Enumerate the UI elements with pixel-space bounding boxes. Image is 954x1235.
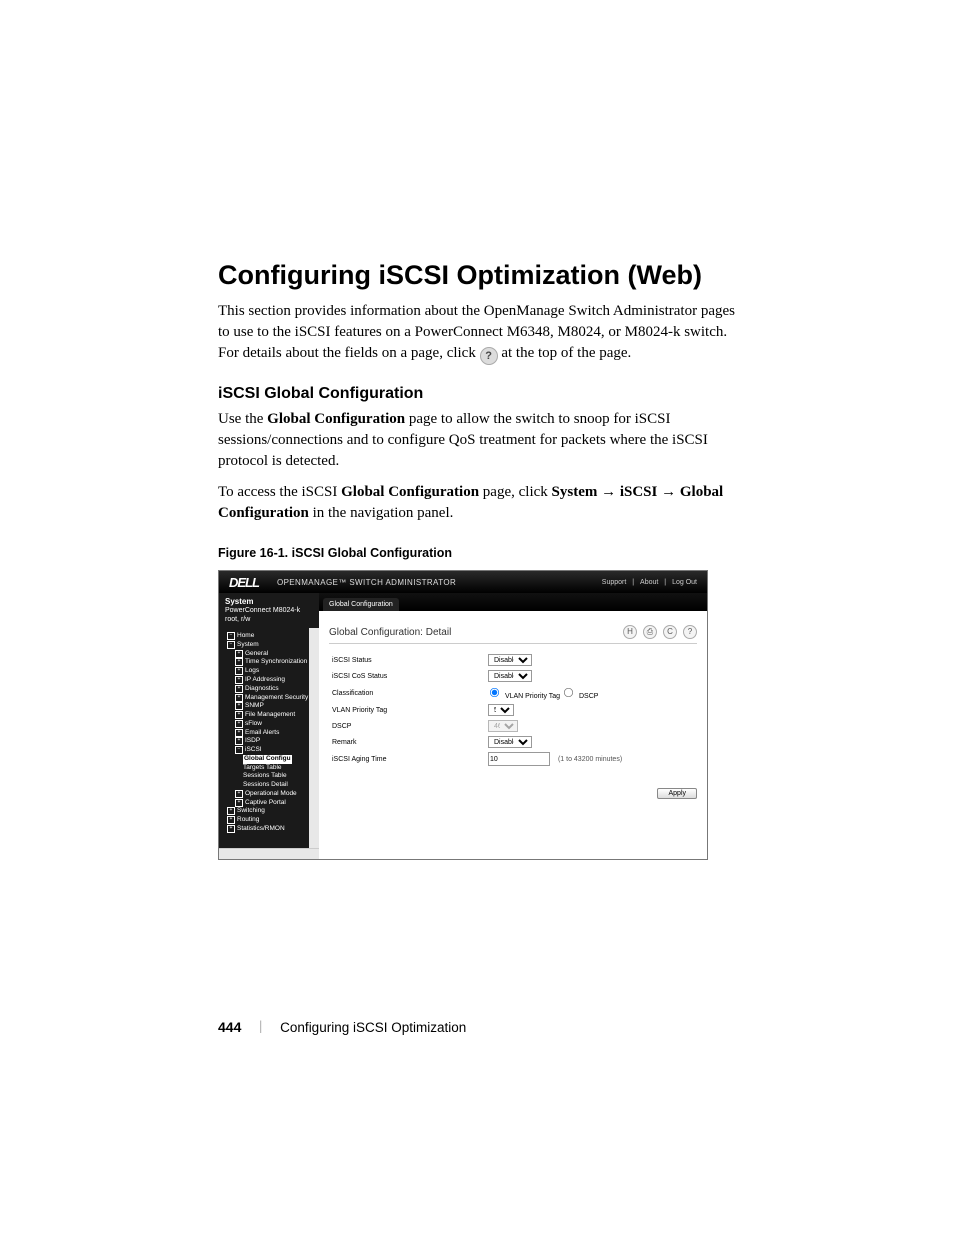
- tab-bar: Global Configuration: [319, 593, 707, 611]
- print-icon[interactable]: ⎙: [643, 625, 657, 639]
- help-icon[interactable]: ?: [683, 625, 697, 639]
- label-remark: Remark: [329, 734, 485, 750]
- paragraph-1: Use the Global Configuration page to all…: [218, 409, 744, 472]
- nav-item[interactable]: +sFlow: [223, 720, 307, 729]
- label-vlan-priority: VLAN Priority Tag: [329, 702, 485, 718]
- nav-item[interactable]: Sessions Detail: [223, 781, 307, 790]
- help-icon: ?: [480, 347, 498, 365]
- nav-item[interactable]: +SNMP: [223, 702, 307, 711]
- link-logout[interactable]: Log Out: [672, 579, 697, 586]
- nav-item[interactable]: Global Configu: [223, 755, 307, 764]
- radio-vlan-priority[interactable]: [490, 688, 499, 697]
- main-panel: Global Configuration Global Configuratio…: [319, 593, 707, 859]
- nav-item[interactable]: +Operational Mode: [223, 790, 307, 799]
- nav-item[interactable]: Targets Table: [223, 764, 307, 773]
- select-remark[interactable]: Disable: [488, 736, 532, 748]
- sidebar: System PowerConnect M8024-k root, r/w ▴ …: [219, 593, 319, 859]
- radio-dscp[interactable]: [564, 688, 573, 697]
- page-footer: 444 | Configuring iSCSI Optimization: [218, 1019, 466, 1035]
- label-classification: Classification: [329, 684, 485, 702]
- screenshot: DELL OPENMANAGE™ SWITCH ADMINISTRATOR Su…: [218, 570, 708, 860]
- nav-item[interactable]: Sessions Table: [223, 772, 307, 781]
- intro-prefix: This section provides information about …: [218, 303, 735, 361]
- nav-item[interactable]: −iSCSI: [223, 746, 307, 755]
- label-aging-time: iSCSI Aging Time: [329, 750, 485, 768]
- select-cos-status[interactable]: Disable: [488, 670, 532, 682]
- sidebar-header: System PowerConnect M8024-k root, r/w: [219, 593, 319, 628]
- label-iscsi-status: iSCSI Status: [329, 652, 485, 668]
- nav-item[interactable]: +Diagnostics: [223, 685, 307, 694]
- nav-item[interactable]: +General: [223, 650, 307, 659]
- refresh-icon[interactable]: C: [663, 625, 677, 639]
- nav-item[interactable]: +Email Alerts: [223, 729, 307, 738]
- select-iscsi-status[interactable]: Disable: [488, 654, 532, 666]
- input-aging-time[interactable]: [488, 752, 550, 766]
- subheading: iSCSI Global Configuration: [218, 385, 744, 403]
- intro-paragraph: This section provides information about …: [218, 301, 744, 365]
- nav-item[interactable]: +Time Synchronization: [223, 658, 307, 667]
- tab-global-configuration[interactable]: Global Configuration: [323, 598, 399, 611]
- nav-tree: −Home−System+General+Time Synchronizatio…: [219, 628, 309, 838]
- save-icon[interactable]: H: [623, 625, 637, 639]
- chapter-title: Configuring iSCSI Optimization: [280, 1020, 466, 1035]
- page-heading: Configuring iSCSI Optimization (Web): [218, 260, 744, 291]
- select-dscp: 46: [488, 720, 518, 732]
- page-number: 444: [218, 1019, 241, 1035]
- link-about[interactable]: About: [640, 579, 658, 586]
- nav-item[interactable]: +IP Addressing: [223, 676, 307, 685]
- hint-aging-time: (1 to 43200 minutes): [558, 756, 622, 763]
- nav-item[interactable]: +Routing: [223, 816, 307, 825]
- dell-logo: DELL: [229, 575, 259, 590]
- scrollbar-down[interactable]: ▾: [309, 840, 319, 848]
- app-header: DELL OPENMANAGE™ SWITCH ADMINISTRATOR Su…: [219, 571, 707, 593]
- select-vlan-priority[interactable]: 5: [488, 704, 514, 716]
- scrollbar-up[interactable]: ▴: [309, 628, 319, 636]
- nav-item[interactable]: +File Management: [223, 711, 307, 720]
- config-form: iSCSI Status Disable iSCSI CoS Status Di…: [329, 652, 697, 768]
- product-name: OPENMANAGE™ SWITCH ADMINISTRATOR: [277, 578, 456, 587]
- panel-title: Global Configuration: Detail: [329, 627, 451, 638]
- scrollbar-horizontal[interactable]: [219, 848, 319, 859]
- nav-item[interactable]: −Home: [223, 632, 307, 641]
- label-cos-status: iSCSI CoS Status: [329, 668, 485, 684]
- nav-item[interactable]: +Management Security: [223, 694, 307, 703]
- apply-button[interactable]: Apply: [657, 788, 697, 799]
- nav-item[interactable]: +Logs: [223, 667, 307, 676]
- nav-item[interactable]: −System: [223, 641, 307, 650]
- figure-caption: Figure 16-1. iSCSI Global Configuration: [218, 546, 744, 560]
- intro-suffix: at the top of the page.: [501, 345, 631, 361]
- link-support[interactable]: Support: [602, 579, 627, 586]
- paragraph-2: To access the iSCSI Global Configuration…: [218, 482, 744, 524]
- nav-item[interactable]: +Captive Portal: [223, 799, 307, 808]
- header-links: Support | About | Log Out: [600, 579, 699, 586]
- nav-item[interactable]: +Statistics/RMON: [223, 825, 307, 834]
- nav-item[interactable]: +ISDP: [223, 737, 307, 746]
- nav-item[interactable]: +Switching: [223, 807, 307, 816]
- label-dscp: DSCP: [329, 718, 485, 734]
